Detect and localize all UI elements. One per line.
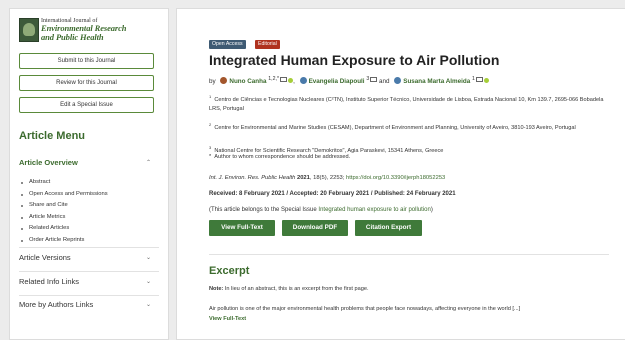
divider [209,254,609,255]
overview-item-share-cite[interactable]: Share and Cite [19,200,108,212]
author-line: by Nuno Canha 1,2,*, Evangelia Diapouli … [209,76,489,85]
citation-export-button[interactable]: Citation Export [355,220,422,236]
related-info-toggle[interactable]: Related Info Links [19,277,159,286]
excerpt-full-text-link[interactable]: View Full-Text [209,316,246,322]
view-full-text-button[interactable]: View Full-Text [209,220,275,236]
chevron-down-icon[interactable]: ⌄ [146,254,151,261]
author-link[interactable]: Susana Marta Almeida [403,78,470,85]
affiliation: 2 Centre for Environmental and Marine St… [209,122,576,131]
more-by-authors-toggle[interactable]: More by Authors Links [19,300,159,309]
chevron-down-icon[interactable]: ⌄ [146,301,151,308]
affiliation: 1 Centro de Ciências e Tecnologias Nucle… [209,94,604,112]
article-title: Integrated Human Exposure to Air Polluti… [209,52,500,68]
mail-icon[interactable] [475,76,483,83]
divider [19,271,159,272]
download-pdf-button[interactable]: Download PDF [282,220,348,236]
mail-icon[interactable] [280,76,288,83]
orcid-icon[interactable] [288,78,294,84]
article-menu-title: Article Menu [19,130,86,142]
excerpt-text: Air pollution is one of the major enviro… [209,306,521,312]
journal-logo-icon [19,18,39,42]
submit-button[interactable]: Submit to this Journal [19,53,154,69]
doi-link[interactable]: https://doi.org/10.3390/ijerph18052253 [346,175,445,181]
article-panel: Open Access Editorial Integrated Human E… [176,8,625,340]
overview-list: Abstract Open Access and Permissions Sha… [19,177,108,246]
journal-logo[interactable]: International Journal of Environmental R… [19,18,159,48]
avatar [299,77,307,85]
overview-item-open-access[interactable]: Open Access and Permissions [19,189,108,201]
orcid-icon[interactable] [483,78,489,84]
article-overview-toggle[interactable]: Article Overview [19,158,78,167]
sidebar: International Journal of Environmental R… [9,8,169,340]
overview-item-abstract[interactable]: Abstract [19,177,108,189]
editorial-badge: Editorial [255,40,280,49]
review-button[interactable]: Review for this Journal [19,75,154,91]
avatar [220,77,228,85]
chevron-down-icon[interactable]: ⌄ [146,278,151,285]
citation-line: Int. J. Environ. Res. Public Health 2021… [209,175,446,181]
chevron-up-icon[interactable]: ⌃ [146,159,151,166]
avatar [394,77,402,85]
overview-item-metrics[interactable]: Article Metrics [19,212,108,224]
overview-item-related[interactable]: Related Articles [19,223,108,235]
overview-item-reprints[interactable]: Order Article Reprints [19,235,108,247]
excerpt-note: Note: In lieu of an abstract, this is an… [209,286,369,292]
mail-icon[interactable] [370,76,378,83]
correspondence-note: * Author to whom correspondence should b… [209,154,351,160]
journal-name: International Journal of Environmental R… [41,18,127,42]
article-versions-toggle[interactable]: Article Versions [19,253,159,262]
author-link[interactable]: Evangelia Diapouli [309,78,365,85]
edit-special-issue-button[interactable]: Edit a Special Issue [19,97,154,113]
open-access-badge: Open Access [209,40,246,49]
special-issue-link[interactable]: Integrated human exposure to air polluti… [318,207,430,213]
special-issue-line: (This article belongs to the Special Iss… [209,207,433,213]
divider [19,295,159,296]
divider [19,247,159,248]
publication-dates: Received: 8 February 2021 / Accepted: 20… [209,191,456,197]
author-link[interactable]: Nuno Canha [229,78,266,85]
excerpt-heading: Excerpt [209,265,250,277]
